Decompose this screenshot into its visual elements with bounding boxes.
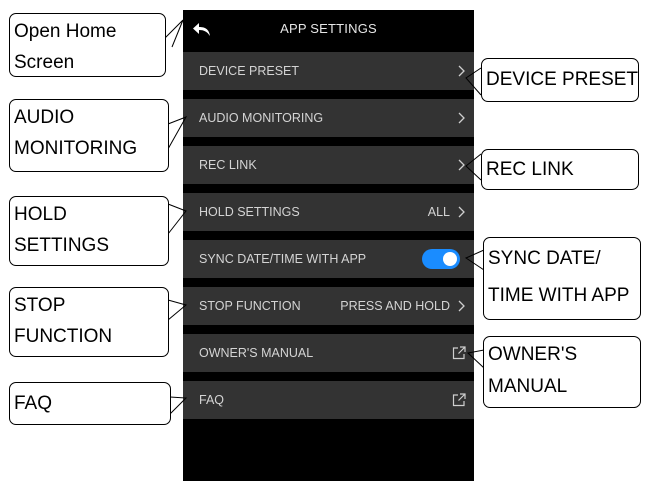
callout-line: Open Home — [14, 21, 117, 42]
callout-line: REC LINK — [486, 159, 574, 180]
row-label: STOP FUNCTION — [199, 299, 301, 313]
row-value: ALL — [427, 205, 450, 219]
callout-owners-manual: OWNER'S MANUAL — [483, 336, 641, 408]
chevron-right-icon — [458, 65, 465, 77]
row-label: AUDIO MONITORING — [199, 111, 324, 125]
callout-rec-link: REC LINK — [481, 149, 639, 190]
row-value: PRESS AND HOLD — [340, 299, 450, 313]
callout-hold-settings: HOLD SETTINGS — [9, 196, 169, 266]
settings-row-stop-function[interactable]: STOP FUNCTION PRESS AND HOLD — [183, 287, 474, 325]
callout-faq: FAQ — [9, 382, 171, 425]
settings-row-device-preset[interactable]: DEVICE PRESET — [183, 52, 474, 90]
callout-open-home-screen: Open Home Screen — [9, 13, 166, 77]
page-title: APP SETTINGS — [280, 21, 377, 36]
callout-line: MONITORING — [14, 138, 138, 159]
settings-row-faq[interactable]: FAQ — [183, 381, 474, 419]
callout-line: Screen — [14, 52, 75, 73]
settings-row-hold-settings[interactable]: HOLD SETTINGS ALL — [183, 193, 474, 231]
callout-line: DEVICE PRESET — [486, 69, 639, 90]
external-link-icon — [452, 346, 466, 360]
callout-line: AUDIO — [14, 107, 75, 128]
callout-line: SYNC DATE/ — [488, 248, 601, 269]
callout-line: HOLD — [14, 204, 67, 225]
callout-device-preset: DEVICE PRESET — [481, 58, 639, 102]
settings-row-owners-manual[interactable]: OWNER'S MANUAL — [183, 334, 474, 372]
callout-line: FAQ — [14, 393, 53, 414]
app-settings-screen: APP SETTINGS DEVICE PRESET AUDIO MONITOR… — [183, 10, 474, 481]
settings-row-sync-date-time: SYNC DATE/TIME WITH APP — [183, 240, 474, 278]
callout-line: OWNER'S — [488, 344, 578, 365]
settings-row-rec-link[interactable]: REC LINK — [183, 146, 474, 184]
row-label: DEVICE PRESET — [199, 64, 300, 78]
callout-line: STOP — [14, 295, 66, 316]
sync-toggle-switch[interactable] — [422, 249, 460, 269]
row-label: SYNC DATE/TIME WITH APP — [199, 252, 367, 266]
chevron-right-icon — [458, 159, 465, 171]
callout-line: MANUAL — [488, 376, 568, 397]
callout-audio-monitoring: AUDIO MONITORING — [9, 99, 169, 172]
callout-sync-date-time: SYNC DATE/ TIME WITH APP — [483, 237, 641, 320]
external-link-icon — [452, 393, 466, 407]
row-label: FAQ — [199, 393, 225, 407]
callout-line: TIME WITH APP — [488, 285, 630, 306]
settings-row-audio-monitoring[interactable]: AUDIO MONITORING — [183, 99, 474, 137]
chevron-right-icon — [458, 206, 465, 218]
callout-stop-function: STOP FUNCTION — [9, 287, 169, 357]
callout-line: SETTINGS — [14, 235, 110, 256]
row-label: OWNER'S MANUAL — [199, 346, 314, 360]
row-label: HOLD SETTINGS — [199, 205, 300, 219]
chevron-right-icon — [458, 112, 465, 124]
leader-open-home — [164, 19, 184, 48]
callout-line: FUNCTION — [14, 326, 113, 347]
row-label: REC LINK — [199, 158, 257, 172]
app-header: APP SETTINGS — [183, 10, 474, 50]
toggle-knob — [443, 252, 457, 266]
chevron-right-icon — [458, 300, 465, 312]
